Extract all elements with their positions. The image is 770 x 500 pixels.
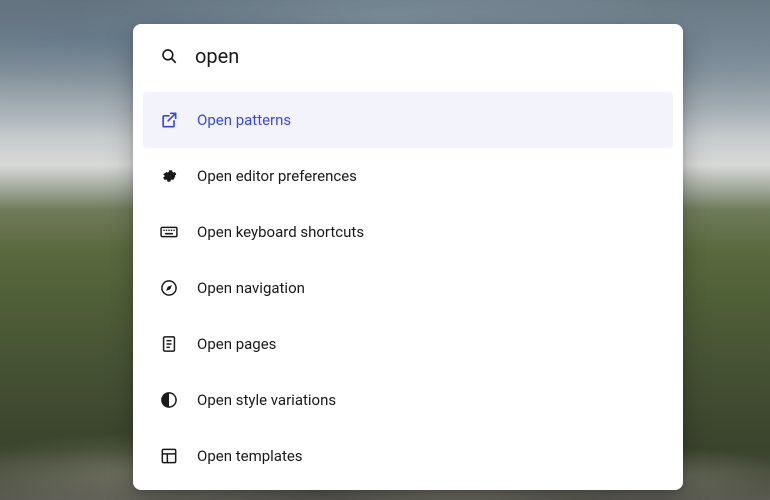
result-open-patterns[interactable]: Open patterns bbox=[143, 92, 673, 148]
result-label: Open editor preferences bbox=[197, 167, 357, 185]
result-open-templates[interactable]: Open templates bbox=[143, 428, 673, 484]
search-input[interactable] bbox=[195, 44, 659, 68]
result-label: Open keyboard shortcuts bbox=[197, 223, 364, 241]
result-label: Open style variations bbox=[197, 391, 336, 409]
command-palette: Open patterns Open editor preferences bbox=[133, 24, 683, 490]
result-open-editor-preferences[interactable]: Open editor preferences bbox=[143, 148, 673, 204]
result-label: Open patterns bbox=[197, 111, 291, 129]
result-open-pages[interactable]: Open pages bbox=[143, 316, 673, 372]
gear-icon bbox=[157, 166, 181, 186]
results-list: Open patterns Open editor preferences bbox=[133, 88, 683, 490]
result-open-keyboard-shortcuts[interactable]: Open keyboard shortcuts bbox=[143, 204, 673, 260]
half-circle-icon bbox=[157, 390, 181, 410]
result-label: Open navigation bbox=[197, 279, 305, 297]
external-link-icon bbox=[157, 110, 181, 130]
result-label: Open templates bbox=[197, 447, 303, 465]
layout-icon bbox=[157, 446, 181, 466]
keyboard-icon bbox=[157, 222, 181, 242]
compass-icon bbox=[157, 278, 181, 298]
result-open-style-variations[interactable]: Open style variations bbox=[143, 372, 673, 428]
search-row bbox=[133, 24, 683, 88]
search-icon bbox=[157, 47, 181, 65]
result-label: Open pages bbox=[197, 335, 276, 353]
page-icon bbox=[157, 334, 181, 354]
result-open-navigation[interactable]: Open navigation bbox=[143, 260, 673, 316]
